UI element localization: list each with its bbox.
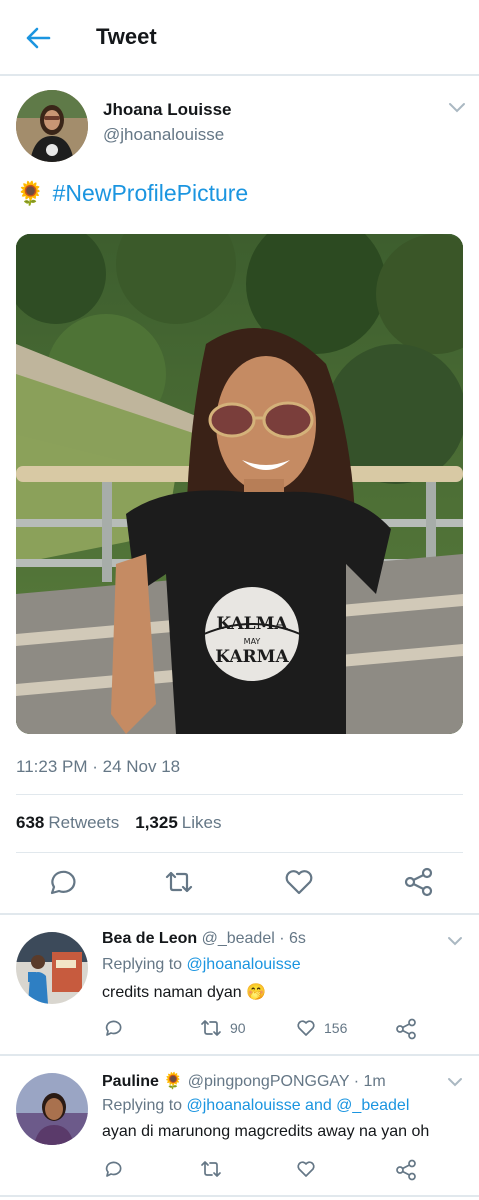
heart-icon	[297, 1161, 315, 1177]
avatar[interactable]	[16, 932, 88, 1004]
like-button[interactable]	[296, 1159, 316, 1179]
reply-icon	[105, 1161, 122, 1177]
replying-to-link[interactable]: @jhoanalouisse	[187, 956, 301, 973]
back-arrow-icon	[26, 27, 51, 49]
share-icon	[396, 1159, 416, 1181]
replying-to-label: Replying to	[102, 1097, 183, 1114]
chevron-down-icon[interactable]	[447, 100, 467, 116]
reply-icon[interactable]	[44, 866, 76, 898]
likes-count: 1,325	[135, 813, 178, 832]
page-title: Tweet	[96, 24, 157, 49]
divider	[0, 913, 479, 915]
reply-time: · 1m	[353, 1073, 386, 1090]
like-button[interactable]: 156	[296, 1018, 347, 1038]
like-count: 156	[324, 1020, 348, 1036]
reply-button[interactable]	[102, 1018, 122, 1038]
reply-text: credits naman dyan 🤭	[102, 984, 266, 1001]
author-avatar[interactable]	[16, 90, 88, 162]
shirt-print-top: KALMA	[216, 614, 288, 634]
reply-button[interactable]	[102, 1159, 122, 1179]
reply-author-handle[interactable]: @_beadel	[202, 930, 275, 947]
retweet-icon	[201, 1161, 221, 1177]
retweet-button[interactable]: 90	[200, 1018, 246, 1038]
tweet-stats: 638 Retweets 1,325 Likes	[16, 813, 221, 833]
retweet-icon[interactable]	[163, 866, 195, 898]
share-icon	[396, 1018, 416, 1040]
heart-icon[interactable]	[283, 866, 315, 898]
share-icon[interactable]	[403, 866, 435, 898]
replying-to: Replying to @jhoanalouisse and @_beadel	[102, 1097, 409, 1115]
sunflower-emoji: 🌻	[16, 180, 45, 206]
reply-author-name[interactable]: Pauline 🌻	[102, 1073, 183, 1090]
back-button[interactable]	[20, 20, 56, 56]
reply-icon	[105, 1020, 122, 1036]
avatar[interactable]	[16, 1073, 88, 1145]
chevron-down-icon[interactable]	[447, 1076, 463, 1088]
shirt-print-mid: MAY	[244, 637, 261, 646]
tweet-timestamp: 11:23 PM · 24 Nov 18	[16, 757, 181, 776]
reply-author-name[interactable]: Bea de Leon	[102, 930, 197, 947]
retweet-count: 90	[230, 1020, 246, 1036]
replying-to-link[interactable]: @jhoanalouisse and @_beadel	[187, 1097, 410, 1114]
retweets-label: Retweets	[48, 813, 120, 832]
reply-author-handle[interactable]: @pingpongPONGGAY	[188, 1073, 350, 1090]
reply-time: · 6s	[279, 930, 306, 947]
reply-header: Bea de Leon @_beadel · 6s	[102, 930, 306, 948]
replying-to: Replying to @jhoanalouisse	[102, 956, 301, 974]
divider	[16, 852, 463, 853]
divider	[16, 794, 463, 795]
top-bar: Tweet	[0, 0, 479, 76]
replying-to-label: Replying to	[102, 956, 183, 973]
likes-stat[interactable]: 1,325 Likes	[135, 813, 221, 833]
divider	[0, 1195, 479, 1197]
retweets-stat[interactable]: 638 Retweets	[16, 813, 119, 833]
heart-icon	[297, 1020, 315, 1036]
retweet-icon	[201, 1020, 221, 1036]
share-button[interactable]	[395, 1018, 417, 1040]
reply-text: ayan di marunong magcredits away na yan …	[102, 1123, 430, 1140]
shirt-print-bottom: KARMA	[215, 647, 289, 667]
retweets-count: 638	[16, 813, 45, 832]
author-name[interactable]: Jhoana Louisse	[103, 100, 231, 120]
tweet-photo[interactable]: KALMA MAY KARMA	[16, 234, 463, 734]
likes-label: Likes	[181, 813, 222, 832]
tweet-action-bar	[0, 866, 479, 902]
share-button[interactable]	[395, 1159, 417, 1181]
divider	[0, 1054, 479, 1056]
reply-header: Pauline 🌻 @pingpongPONGGAY · 1m	[102, 1071, 386, 1091]
tweet-text: 🌻 #NewProfilePicture	[16, 180, 248, 207]
retweet-button[interactable]	[200, 1159, 222, 1179]
author-handle[interactable]: @jhoanalouisse	[103, 125, 224, 145]
hashtag-link[interactable]: #NewProfilePicture	[53, 180, 249, 207]
chevron-down-icon[interactable]	[447, 935, 463, 947]
